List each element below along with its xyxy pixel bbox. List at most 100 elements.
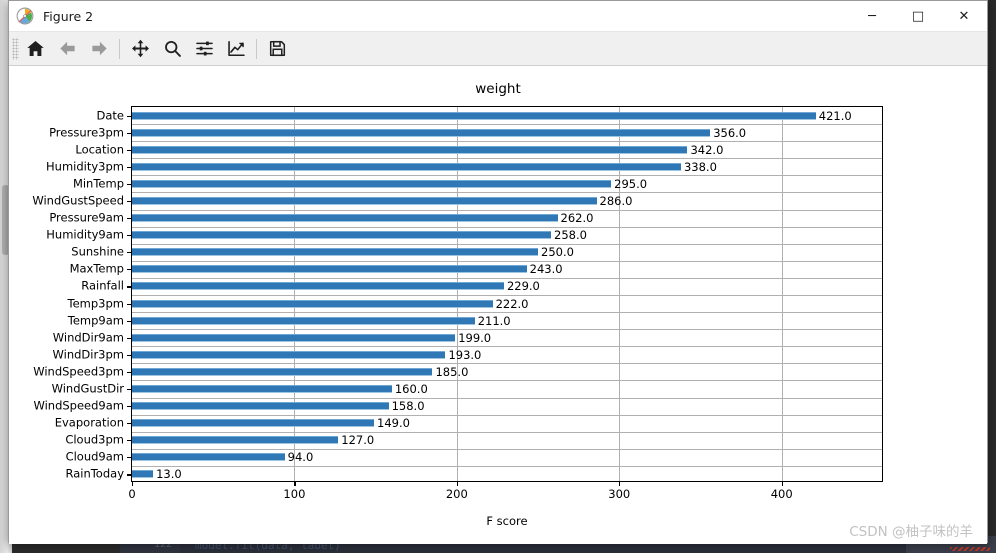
- configure-subplots-icon: [195, 41, 213, 56]
- bar-value-label: 158.0: [391, 399, 425, 414]
- y-tick-label: MinTemp: [72, 176, 124, 191]
- y-tick-mark: [127, 115, 132, 117]
- y-tick-label: MaxTemp: [69, 261, 124, 276]
- y-tick-mark: [127, 440, 132, 442]
- home-button[interactable]: [20, 35, 50, 63]
- bar-value-label: 94.0: [287, 450, 314, 465]
- y-gridline: [132, 414, 882, 416]
- window-title: Figure 2: [43, 8, 94, 24]
- y-tick-label: Date: [96, 107, 125, 122]
- x-tick-label: 200: [445, 487, 468, 501]
- y-tick-mark: [127, 252, 132, 254]
- y-gridline: [132, 380, 882, 382]
- bar-value-label: 222.0: [495, 296, 529, 311]
- back-button[interactable]: [52, 35, 82, 63]
- x-tick-mark: [294, 481, 296, 486]
- x-tick-label: 300: [608, 487, 631, 501]
- bar-value-label: 250.0: [541, 245, 574, 260]
- y-tick-label: Pressure9am: [49, 210, 124, 225]
- y-gridline: [132, 329, 882, 331]
- pan-button[interactable]: [125, 35, 155, 63]
- bar: [132, 248, 539, 257]
- bar: [132, 179, 612, 188]
- y-tick-label: Pressure3pm: [49, 124, 124, 139]
- bar: [132, 316, 475, 325]
- y-gridline: [132, 209, 882, 211]
- bar-value-label: 295.0: [614, 176, 648, 191]
- y-gridline: [132, 397, 882, 399]
- y-tick-label: Location: [75, 141, 124, 156]
- y-gridline: [132, 260, 882, 262]
- y-tick-mark: [127, 457, 132, 459]
- configure-subplots-button[interactable]: [189, 35, 219, 63]
- bar-value-label: 262.0: [560, 211, 594, 226]
- bar: [132, 214, 558, 223]
- y-tick-mark: [127, 166, 132, 168]
- x-tick-label: 400: [770, 487, 793, 501]
- zoom-button[interactable]: [157, 35, 187, 63]
- bar-value-label: 160.0: [394, 382, 428, 396]
- save-button[interactable]: [262, 35, 292, 63]
- y-gridline: [132, 124, 882, 126]
- y-gridline: [132, 312, 882, 314]
- x-axis-label: F score: [486, 514, 528, 528]
- background-error-marker: [950, 547, 990, 551]
- y-tick-mark: [127, 423, 132, 425]
- y-tick-label: WindGustSpeed: [32, 193, 124, 208]
- y-tick-mark: [127, 218, 132, 220]
- y-tick-mark: [127, 320, 132, 322]
- toolbar-drag-grip[interactable]: [12, 37, 19, 60]
- y-tick-label: Cloud9am: [65, 449, 124, 464]
- y-gridline: [132, 192, 882, 194]
- y-tick-mark: [127, 269, 132, 271]
- minimize-button[interactable]: ─: [849, 1, 895, 31]
- y-tick-label: Temp3pm: [67, 295, 124, 310]
- bar: [132, 333, 456, 342]
- y-tick-mark: [127, 132, 132, 134]
- bar: [132, 367, 433, 376]
- window-titlebar[interactable]: Figure 2 ─ □ ✕: [9, 1, 987, 32]
- edit-curves-icon: [227, 40, 245, 57]
- x-tick-mark: [619, 481, 621, 486]
- bar: [132, 145, 688, 154]
- bar: [132, 419, 374, 428]
- zoom-magnifier-icon: [164, 40, 181, 57]
- y-tick-mark: [127, 303, 132, 305]
- y-tick-mark: [127, 371, 132, 373]
- bar: [132, 470, 154, 479]
- save-floppy-icon: [269, 40, 285, 57]
- y-tick-label: WindDir3pm: [52, 347, 125, 362]
- bar: [132, 350, 446, 359]
- bar-chart-axes: 421.0 356.0 342.0 338.0 295.0 286.0 262.0 258.0…: [32, 106, 883, 500]
- y-tick-label: Sunshine: [71, 244, 124, 259]
- bar-value-label: 127.0: [341, 433, 375, 448]
- matplotlib-toolbar: [9, 32, 987, 66]
- close-button[interactable]: ✕: [941, 1, 987, 31]
- x-tick-label: 100: [283, 487, 306, 501]
- forward-button[interactable]: [84, 35, 114, 63]
- bar-value-label: 286.0: [599, 194, 633, 208]
- y-tick-mark: [127, 183, 132, 185]
- csdn-watermark: CSDN @柚子味的羊: [849, 524, 973, 540]
- y-gridline: [132, 175, 882, 177]
- y-gridline: [132, 295, 882, 296]
- bar: [132, 453, 285, 462]
- figure-canvas[interactable]: weight 421.0 356.0 342.0 338.0 295.0 286.0 262…: [9, 66, 987, 544]
- y-tick-label: WindSpeed9am: [33, 398, 124, 413]
- y-gridline: [132, 346, 882, 348]
- toolbar-separator: [119, 38, 120, 59]
- maximize-button[interactable]: □: [895, 1, 941, 31]
- toolbar-separator-2: [256, 38, 257, 59]
- home-icon: [26, 41, 44, 56]
- y-tick-mark: [127, 149, 132, 151]
- bar-value-label: 229.0: [506, 279, 540, 294]
- y-tick-mark: [127, 235, 132, 237]
- y-tick-label: Humidity3pm: [46, 159, 124, 174]
- bar-value-label: 421.0: [818, 108, 852, 123]
- bar-value-label: 193.0: [448, 347, 482, 362]
- window-controls: ─ □ ✕: [849, 1, 987, 31]
- y-tick-mark: [127, 474, 132, 476]
- y-gridline: [132, 226, 882, 228]
- matplotlib-icon: [16, 7, 34, 25]
- edit-curves-button[interactable]: [221, 35, 251, 63]
